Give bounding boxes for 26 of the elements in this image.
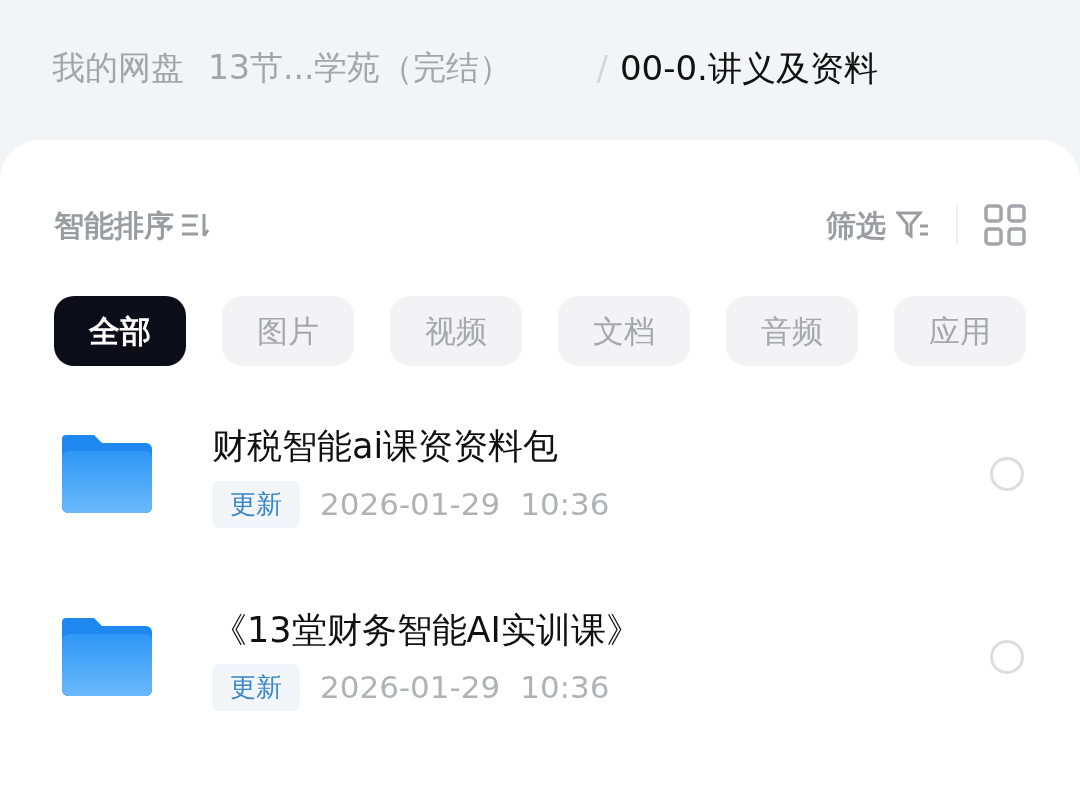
filter-chip[interactable]: 视频 bbox=[390, 296, 522, 366]
update-tag: 更新 bbox=[212, 480, 300, 528]
file-name[interactable]: 《13堂财务智能AI实训课》 bbox=[212, 603, 641, 656]
breadcrumb-item[interactable]: 00-0.讲义及资料 bbox=[619, 42, 878, 94]
breadcrumb-separator: / bbox=[596, 46, 608, 90]
update-tag: 更新 bbox=[212, 664, 300, 711]
breadcrumb-item[interactable]: 13节...学苑（完结） bbox=[208, 43, 513, 93]
grid-view-icon[interactable] bbox=[984, 204, 1026, 246]
time-text: 10:36 bbox=[520, 484, 610, 524]
filter-button[interactable]: 筛选 bbox=[826, 202, 930, 248]
filter-chip[interactable]: 图片 bbox=[222, 296, 354, 366]
breadcrumb-item[interactable]: 我的网盘 bbox=[52, 43, 184, 93]
sort-button[interactable]: 智能排序 bbox=[54, 202, 210, 248]
filter-chip[interactable]: 音频 bbox=[726, 296, 858, 366]
select-radio[interactable] bbox=[990, 456, 1024, 491]
filter-chip[interactable]: 全部 bbox=[54, 296, 186, 366]
select-radio[interactable] bbox=[990, 640, 1024, 675]
date-text: 2026-01-29 bbox=[320, 484, 501, 524]
folder-icon bbox=[62, 618, 152, 697]
time-text: 10:36 bbox=[520, 668, 610, 708]
filter-icon bbox=[896, 210, 930, 240]
date-text: 2026-01-29 bbox=[320, 668, 501, 708]
file-name[interactable]: 财税智能ai课资资料包 bbox=[212, 420, 610, 473]
filter-chip[interactable]: 文档 bbox=[558, 296, 690, 366]
filter-chip[interactable]: 应用 bbox=[894, 296, 1026, 366]
folder-icon bbox=[62, 434, 152, 513]
